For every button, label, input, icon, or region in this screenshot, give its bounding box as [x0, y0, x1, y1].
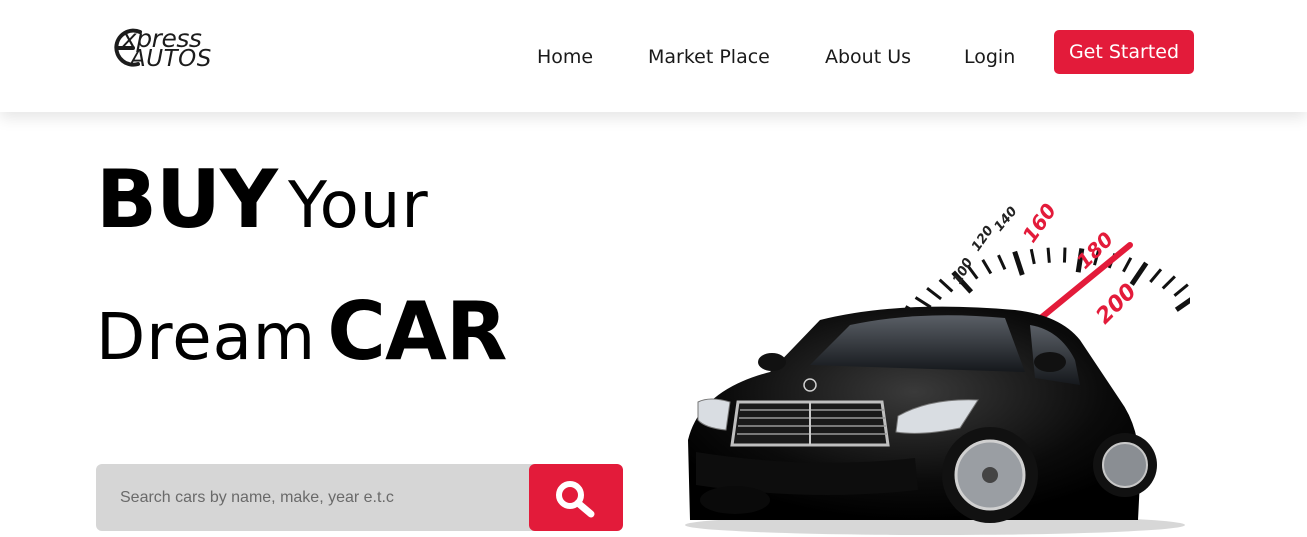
speedometer-tick	[997, 254, 1007, 270]
nav-link-market-place[interactable]: Market Place	[648, 46, 770, 68]
nav-link-login[interactable]: Login	[964, 46, 1015, 68]
hero-heading-line-1: BUY Your	[96, 160, 429, 240]
speedometer-tick	[926, 286, 942, 301]
speedometer-tick	[1046, 247, 1051, 263]
speedometer-tick	[1122, 257, 1133, 273]
get-started-button[interactable]: Get Started	[1054, 30, 1194, 74]
hero-illustration: 100 120 140 160 180 200	[660, 140, 1237, 537]
nav-link-home[interactable]: Home	[537, 46, 593, 68]
nav-link-about-us[interactable]: About Us	[825, 46, 911, 68]
speedometer-tick	[1129, 261, 1149, 286]
black-sedan-image	[685, 306, 1185, 535]
speedometer-tick	[938, 278, 954, 293]
hero-word-dream: Dream	[96, 301, 317, 375]
search-input[interactable]	[96, 464, 536, 531]
speedometer-car-graphic: 100 120 140 160 180 200	[685, 199, 1237, 535]
speed-label-120: 120	[969, 223, 997, 254]
speedometer-tick	[1062, 247, 1067, 263]
car-search-bar	[96, 464, 623, 531]
speed-label-200: 200	[1092, 279, 1142, 329]
speed-label-160: 160	[1017, 199, 1061, 247]
speedometer-tick	[1173, 283, 1189, 297]
hero-word-your: Your	[288, 169, 429, 243]
search-icon	[556, 480, 595, 517]
search-button[interactable]	[529, 464, 623, 531]
speedometer-tick	[1174, 291, 1202, 312]
speed-label-140: 140	[992, 204, 1021, 234]
speedometer-tick	[981, 259, 993, 275]
speedometer-tick	[1029, 248, 1036, 265]
top-navbar: xpress AUTOS Home Market Place About Us …	[0, 0, 1307, 112]
hero-heading-line-2: Dream CAR	[96, 292, 508, 375]
speedometer-tick	[1161, 275, 1176, 290]
speedometer-tick	[1012, 250, 1025, 276]
hero-word-buy: BUY	[96, 153, 278, 246]
speedometer-tick	[1149, 268, 1163, 283]
speedometer-tick	[914, 296, 932, 309]
hero-word-car: CAR	[327, 285, 507, 378]
